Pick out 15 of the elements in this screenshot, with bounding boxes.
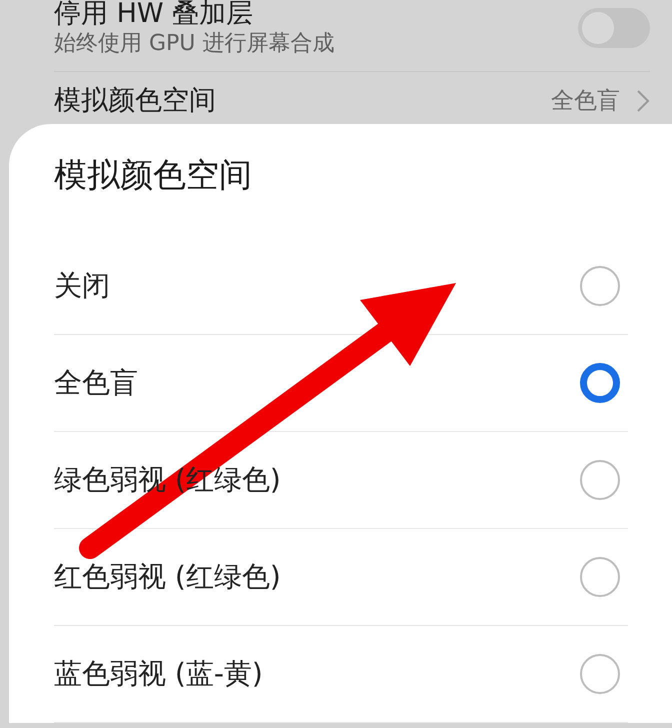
- setting-subtitle: 始终使用 GPU 进行屏幕合成: [54, 30, 336, 58]
- chevron-icon: [636, 89, 650, 114]
- option-label[interactable]: 蓝色弱视 (蓝-黄): [54, 652, 263, 695]
- radio-button[interactable]: [580, 362, 620, 403]
- option-label[interactable]: 红色弱视 (红绿色): [54, 556, 281, 598]
- radio-button[interactable]: [580, 266, 620, 306]
- setting-title: 模拟颜色空间: [54, 85, 217, 118]
- radio-button[interactable]: [580, 654, 620, 694]
- radio-button[interactable]: [580, 460, 620, 500]
- option-label[interactable]: 关闭: [54, 264, 110, 307]
- dialog-title: 模拟颜色空间: [54, 154, 253, 196]
- option-label[interactable]: 全色盲: [54, 362, 138, 404]
- radio-button[interactable]: [580, 556, 620, 597]
- setting-title: 停用 HW 叠加层: [54, 0, 254, 30]
- setting-value: 全色盲: [551, 86, 620, 116]
